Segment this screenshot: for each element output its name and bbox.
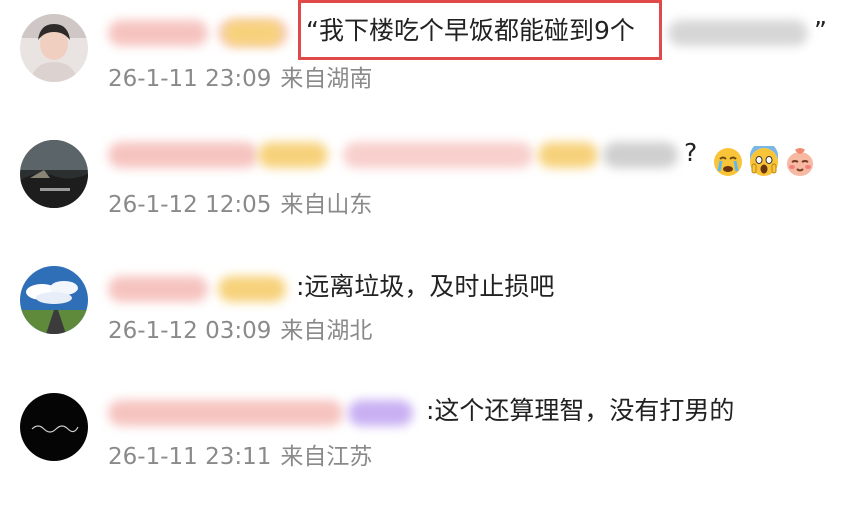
avatar[interactable]	[20, 14, 88, 82]
comment-text: “我下楼吃个早饭都能碰到9个	[306, 16, 635, 45]
blurred-text	[603, 142, 678, 168]
blurred-username	[108, 400, 343, 426]
comment-item-1: “我下楼吃个早饭都能碰到9个 ” 26-1-11 23:09 来自湖南	[0, 0, 855, 120]
comment-meta: 26-1-12 12:05 来自山东	[108, 190, 372, 220]
comment-item-4: :这个还算理智，没有打男的 26-1-11 23:11 来自江苏	[0, 376, 855, 496]
avatar[interactable]	[20, 393, 88, 461]
comment-date: 26-1-11 23:09	[108, 66, 272, 92]
comment-text-tail: ”	[814, 16, 827, 45]
blurred-badge	[218, 276, 286, 302]
blurred-username	[108, 276, 208, 302]
blurred-username	[108, 20, 208, 46]
comment-item-3: :远离垃圾，及时止损吧 26-1-12 03:09 来自湖北	[0, 250, 855, 370]
comment-date: 26-1-11 23:11	[108, 444, 272, 470]
comment-text: :远离垃圾，及时止损吧	[296, 272, 555, 301]
comment-location: 来自湖南	[280, 66, 373, 92]
blurred-badge	[223, 20, 283, 46]
blurred-badge	[258, 142, 328, 168]
blurred-username	[108, 142, 258, 168]
blurred-badge	[538, 142, 598, 168]
avatar[interactable]	[20, 266, 88, 334]
comment-date: 26-1-12 03:09	[108, 318, 272, 344]
comment-location: 来自山东	[280, 192, 373, 218]
comment-location: 来自江苏	[280, 444, 373, 470]
comment-meta: 26-1-11 23:11 来自江苏	[108, 442, 372, 472]
comment-text: ?	[684, 138, 698, 167]
comment-meta: 26-1-12 03:09 来自湖北	[108, 316, 372, 346]
comment-line: “我下楼吃个早饭都能碰到9个 ”	[108, 12, 828, 52]
comment-line: :远离垃圾，及时止损吧	[108, 268, 828, 308]
screaming-face-emoji	[750, 146, 778, 176]
blurred-badge	[348, 400, 413, 426]
blurred-text	[668, 20, 808, 46]
comment-location: 来自湖北	[280, 318, 373, 344]
comment-meta: 26-1-11 23:09 来自湖南	[108, 64, 372, 94]
comment-line: :这个还算理智，没有打男的	[108, 392, 828, 432]
blurred-text	[343, 142, 533, 168]
crying-face-emoji	[714, 148, 742, 176]
avatar[interactable]	[20, 140, 88, 208]
comment-text: :这个还算理智，没有打男的	[426, 396, 735, 425]
shy-face-emoji	[787, 148, 813, 176]
comment-item-2: ? 26-1-12 12:05 来自山东	[0, 120, 855, 240]
comment-date: 26-1-12 12:05	[108, 192, 272, 218]
